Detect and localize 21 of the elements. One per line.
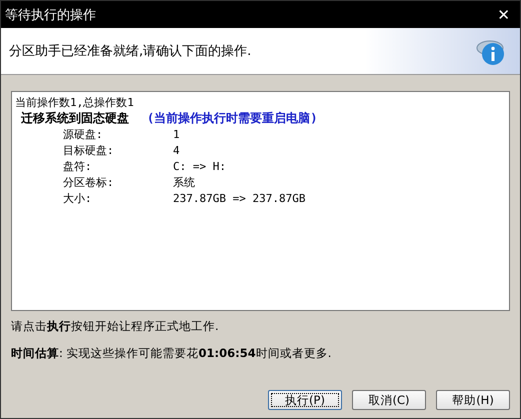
detail-label: 大小: [63, 190, 93, 206]
detail-value: 4 [173, 144, 180, 156]
dialog-button[interactable]: 帮助(H) [436, 390, 510, 410]
time-estimate: 时间估算: 实现这些操作可能需要花01:06:54时间或者更多. [11, 346, 332, 361]
detail-value: 系统 [173, 174, 195, 190]
detail-label: 盘符: [63, 158, 93, 174]
detail-label: 分区卷标: [63, 174, 115, 190]
operation-title: 迁移系统到固态硬盘 [21, 110, 129, 126]
operation-count: 当前操作数1,总操作数1 [15, 94, 134, 110]
window-title: 等待执行的操作 [5, 6, 96, 24]
detail-label: 目标硬盘: [63, 142, 115, 158]
close-button[interactable]: ✕ [497, 6, 510, 24]
detail-value: 1 [173, 128, 180, 140]
instruction-text: 请点击执行按钮开始让程序正式地工作. [11, 319, 220, 334]
restart-note: (当前操作执行时需要重启电脑) [147, 110, 318, 126]
detail-value: C: => H: [173, 160, 226, 172]
dialog-button[interactable]: 取消(C) [352, 390, 426, 410]
dialog-button[interactable]: 执行(P) [268, 390, 342, 410]
detail-value: 237.87GB => 237.87GB [173, 192, 306, 204]
header-message: 分区助手已经准备就绪,请确认下面的操作. [9, 43, 252, 60]
detail-label: 源硬盘: [63, 126, 104, 142]
